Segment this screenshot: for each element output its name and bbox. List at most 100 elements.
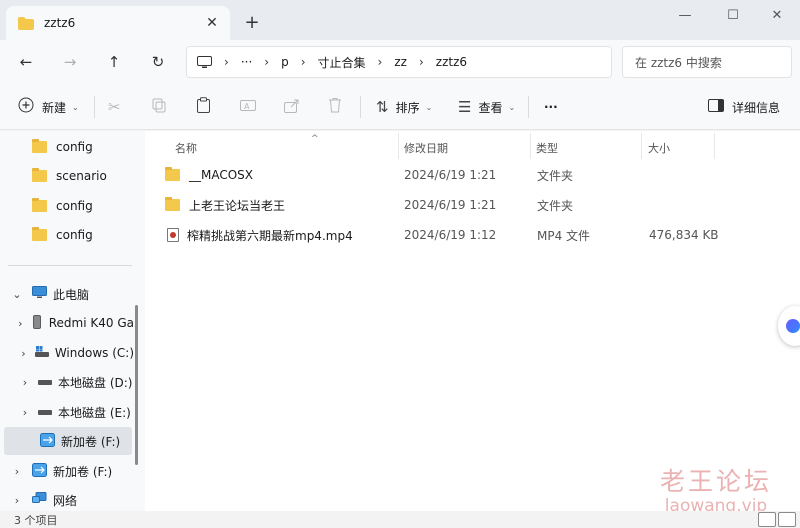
navigation-pane: config scenario config config ⌄ 此电脑 › Re… bbox=[0, 131, 145, 511]
sidebar-item-config[interactable]: config bbox=[0, 221, 134, 249]
folder-icon bbox=[165, 197, 180, 211]
sidebar-item-label: 此电脑 bbox=[53, 287, 90, 302]
sidebar-item-label: Windows (C:) bbox=[54, 346, 134, 360]
breadcrumb-zz[interactable]: zz bbox=[394, 55, 407, 69]
column-header-type[interactable]: 类型 bbox=[536, 136, 636, 160]
chevron-right-icon[interactable]: › bbox=[10, 494, 24, 507]
paste-button[interactable] bbox=[196, 94, 211, 120]
file-type: 文件夹 bbox=[537, 198, 574, 213]
table-row[interactable]: 上老王论坛当老王 2024/6/19 1:21 文件夹 bbox=[153, 191, 793, 219]
more-options-button[interactable]: ··· bbox=[544, 94, 558, 120]
maximize-button[interactable]: ☐ bbox=[710, 0, 756, 30]
watermark: 老王论坛 laowang.vip bbox=[660, 462, 772, 516]
copy-icon bbox=[152, 98, 167, 117]
sidebar-item-label: config bbox=[56, 199, 93, 213]
sidebar-scrollbar[interactable] bbox=[135, 305, 138, 465]
breadcrumb-separator: › bbox=[377, 55, 383, 69]
details-pane-label: 详细信息 bbox=[732, 100, 781, 115]
delete-button[interactable] bbox=[328, 94, 342, 120]
sidebar-item-windows-c[interactable]: › Windows (C:) bbox=[0, 339, 134, 367]
details-pane-button[interactable]: 详细信息 bbox=[708, 94, 780, 120]
sidebar-item-redmi[interactable]: › Redmi K40 Ga bbox=[0, 309, 134, 337]
folder-icon bbox=[32, 168, 47, 182]
copy-button[interactable] bbox=[152, 94, 167, 120]
chevron-right-icon[interactable]: › bbox=[18, 376, 32, 389]
column-divider[interactable] bbox=[641, 133, 642, 159]
file-type: 文件夹 bbox=[537, 168, 574, 183]
sidebar-item-volume-f-2[interactable]: › 新加卷 (F:) bbox=[0, 457, 134, 485]
chevron-down-icon: ⌄ bbox=[508, 102, 516, 112]
sidebar-divider bbox=[8, 265, 132, 266]
sidebar-item-scenario[interactable]: scenario bbox=[0, 162, 134, 190]
breadcrumb-separator: › bbox=[224, 55, 229, 69]
file-name: 榨精挑战第六期最新mp4.mp4 bbox=[187, 228, 353, 243]
file-name-cell[interactable]: 上老王论坛当老王 bbox=[165, 191, 285, 219]
column-header-size[interactable]: 大小 bbox=[648, 136, 728, 160]
file-name: 上老王论坛当老王 bbox=[189, 198, 286, 213]
tiles-view-toggle[interactable] bbox=[778, 512, 796, 527]
breadcrumb-collection[interactable]: 寸止合集 bbox=[318, 54, 366, 71]
chevron-right-icon[interactable]: › bbox=[18, 317, 23, 330]
address-bar[interactable]: › ··· › p › 寸止合集 › zz › zztz6 bbox=[186, 46, 612, 78]
breadcrumb-current[interactable]: zztz6 bbox=[436, 55, 467, 69]
sidebar-item-label: 新加卷 (F:) bbox=[61, 434, 121, 449]
column-header-label: 大小 bbox=[648, 142, 670, 155]
breadcrumb-p[interactable]: p bbox=[281, 55, 289, 69]
table-row[interactable]: __MACOSX 2024/6/19 1:21 文件夹 bbox=[153, 161, 793, 189]
column-header-name[interactable]: ^ 名称 bbox=[175, 134, 395, 160]
file-modified: 2024/6/19 1:21 bbox=[404, 198, 497, 212]
scissors-icon: ✂ bbox=[108, 98, 121, 116]
usb-drive-icon bbox=[32, 462, 47, 480]
sidebar-item-network[interactable]: › 网络 bbox=[0, 486, 134, 511]
search-input[interactable]: 在 zztz6 中搜索 bbox=[622, 46, 792, 78]
rename-button[interactable]: A bbox=[240, 94, 256, 120]
file-name-cell[interactable]: 榨精挑战第六期最新mp4.mp4 bbox=[167, 221, 353, 249]
sidebar-item-config[interactable]: config bbox=[0, 192, 134, 220]
hard-drive-icon bbox=[38, 375, 52, 389]
sidebar-item-label: Redmi K40 Ga bbox=[48, 316, 134, 330]
sidebar-item-config[interactable]: config bbox=[0, 133, 134, 161]
column-divider[interactable] bbox=[714, 133, 715, 159]
details-view-toggle[interactable] bbox=[758, 512, 776, 527]
monitor-icon[interactable] bbox=[197, 55, 212, 69]
sidebar-item-this-pc[interactable]: ⌄ 此电脑 bbox=[0, 280, 134, 308]
close-window-button[interactable]: ✕ bbox=[754, 0, 800, 30]
cut-button[interactable]: ✂ bbox=[108, 94, 121, 120]
chevron-down-icon[interactable]: ⌄ bbox=[10, 288, 24, 301]
refresh-button[interactable]: ↻ bbox=[144, 48, 172, 76]
toolbar-divider bbox=[94, 96, 95, 118]
sidebar-item-volume-f[interactable]: 新加卷 (F:) bbox=[4, 427, 132, 455]
forward-button[interactable]: → bbox=[56, 48, 84, 76]
sort-button[interactable]: ⇅ 排序 ⌄ bbox=[376, 94, 432, 120]
column-divider[interactable] bbox=[398, 133, 399, 159]
column-header-label: 类型 bbox=[536, 142, 558, 155]
chevron-down-icon: ⌄ bbox=[425, 102, 433, 112]
sidebar-item-disk-d[interactable]: › 本地磁盘 (D:) bbox=[0, 368, 134, 396]
new-tab-button[interactable]: + bbox=[240, 10, 264, 34]
column-divider[interactable] bbox=[530, 133, 531, 159]
folder-icon bbox=[165, 167, 180, 181]
file-name-cell[interactable]: __MACOSX bbox=[165, 161, 253, 189]
active-tab[interactable]: zztz6 ✕ bbox=[6, 6, 230, 40]
table-row[interactable]: 榨精挑战第六期最新mp4.mp4 2024/6/19 1:12 MP4 文件 4… bbox=[153, 221, 793, 249]
sidebar-item-label: 本地磁盘 (E:) bbox=[58, 405, 131, 420]
file-size: 476,834 KB bbox=[649, 228, 719, 242]
chevron-right-icon[interactable]: › bbox=[18, 406, 32, 419]
chevron-right-icon[interactable]: › bbox=[10, 465, 24, 478]
minimize-button[interactable]: — bbox=[662, 0, 708, 30]
new-button[interactable]: 新建 ⌄ bbox=[18, 94, 79, 120]
chevron-right-icon[interactable]: › bbox=[18, 347, 29, 360]
folder-icon bbox=[18, 16, 34, 30]
sidebar-item-disk-e[interactable]: › 本地磁盘 (E:) bbox=[0, 398, 134, 426]
close-tab-icon[interactable]: ✕ bbox=[200, 11, 224, 35]
rename-icon: A bbox=[240, 98, 256, 117]
breadcrumb-overflow[interactable]: ··· bbox=[241, 55, 252, 69]
column-header-modified[interactable]: 修改日期 bbox=[404, 136, 524, 160]
assistant-icon bbox=[786, 319, 800, 333]
tab-title: zztz6 bbox=[44, 16, 76, 30]
up-button[interactable]: ↑ bbox=[100, 48, 128, 76]
view-button[interactable]: ☰ 查看 ⌄ bbox=[458, 94, 515, 120]
back-button[interactable]: ← bbox=[12, 48, 40, 76]
share-button[interactable] bbox=[284, 94, 300, 120]
sidebar-item-label: 新加卷 (F:) bbox=[53, 464, 113, 479]
